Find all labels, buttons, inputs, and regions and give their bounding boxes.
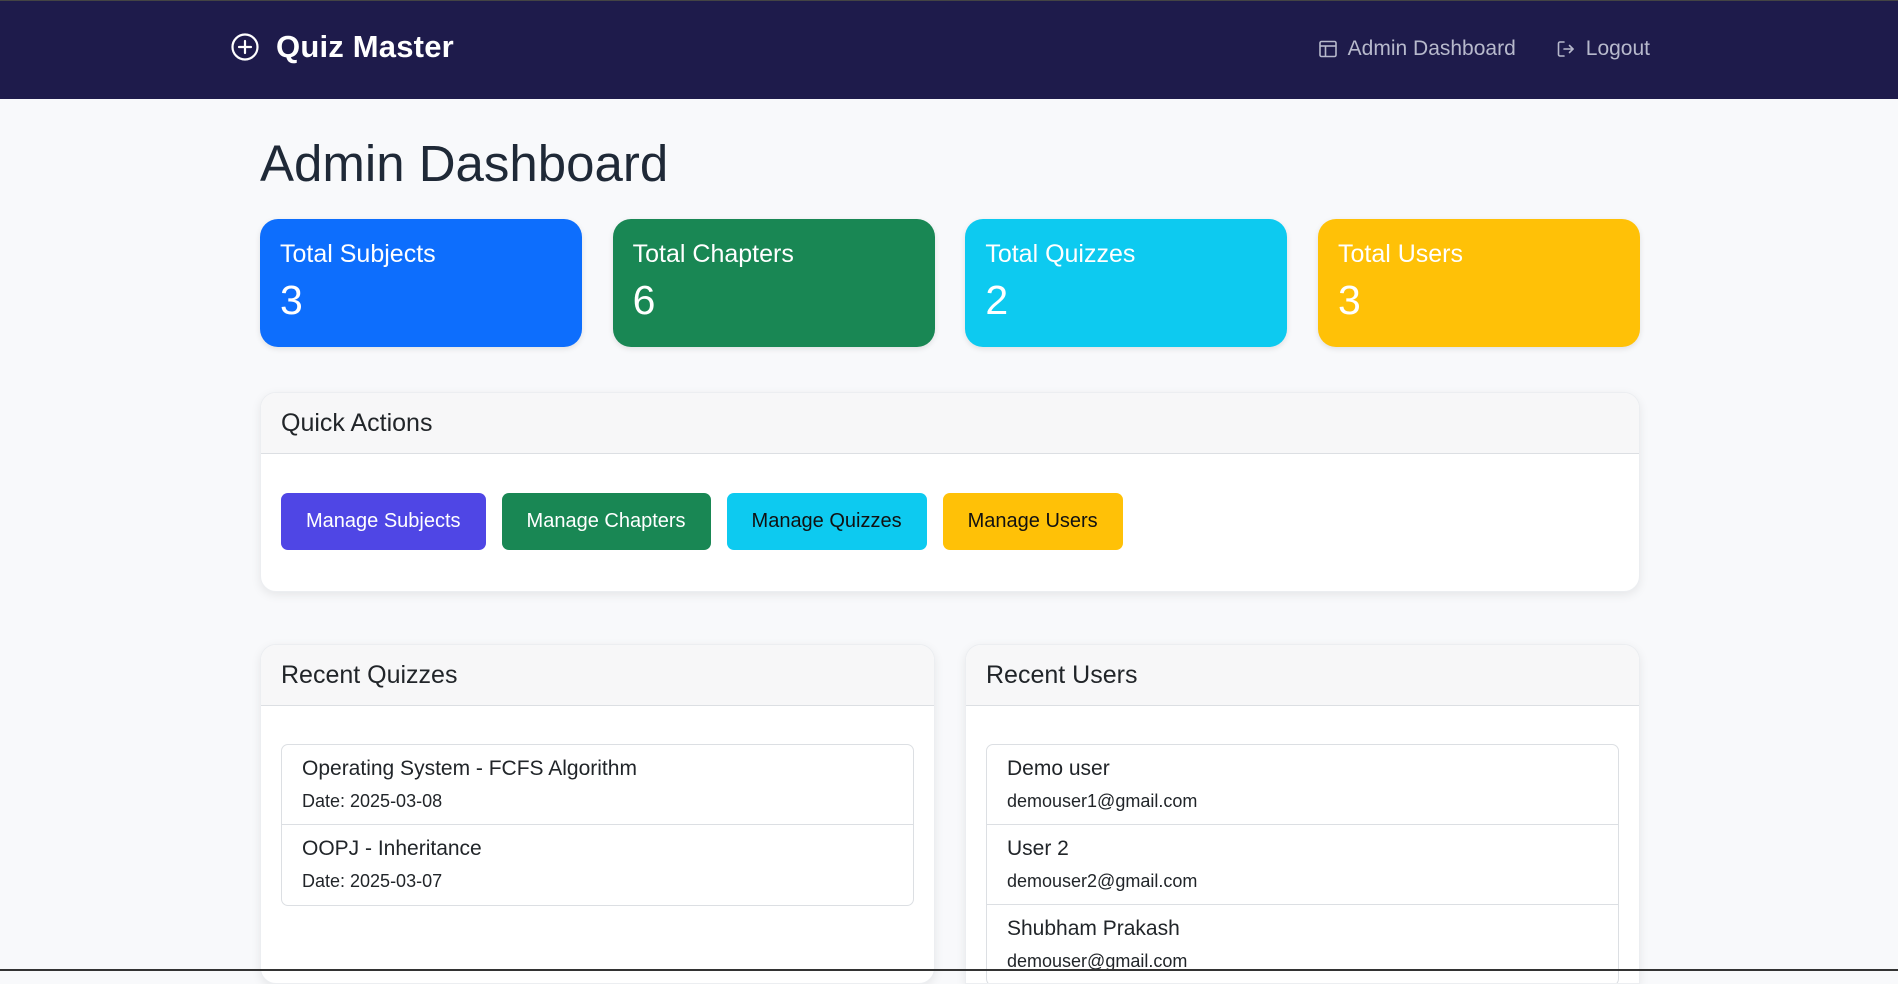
stat-value: 2 xyxy=(985,277,1009,323)
card-header: Quick Actions xyxy=(261,393,1639,454)
top-navbar: Quiz Master Admin Dashboard Logout xyxy=(0,0,1898,99)
nav-link-label: Admin Dashboard xyxy=(1347,37,1516,60)
list-item[interactable]: OOPJ - Inheritance Date: 2025-03-07 xyxy=(282,825,913,905)
card-header: Recent Quizzes xyxy=(261,645,934,706)
user-email: demouser2@gmail.com xyxy=(1007,871,1198,891)
stat-value: 6 xyxy=(632,277,656,323)
stat-label: Total Subjects xyxy=(280,240,436,268)
stat-value: 3 xyxy=(1337,277,1361,323)
stat-label: Total Users xyxy=(1337,240,1464,268)
nav-link-admin-dashboard[interactable]: Admin Dashboard xyxy=(1318,37,1516,61)
list-item[interactable]: User 2 demouser2@gmail.com xyxy=(987,825,1618,905)
quiz-title: Operating System - FCFS Algorithm xyxy=(302,757,637,780)
quick-actions-body: Manage Subjects Manage Chapters Manage Q… xyxy=(261,454,1639,591)
stat-card-chapters: Total Chapters 6 xyxy=(612,219,935,347)
main-content: Admin Dashboard Total Subjects 3 Total C… xyxy=(260,99,1640,984)
recent-users-list: Demo user demouser1@gmail.com User 2 dem… xyxy=(986,744,1619,983)
list-item[interactable]: Demo user demouser1@gmail.com xyxy=(987,745,1618,825)
page-title: Admin Dashboard xyxy=(260,135,669,192)
recent-users-card: Recent Users Demo user demouser1@gmail.c… xyxy=(965,644,1640,984)
nav-link-label: Logout xyxy=(1585,37,1650,60)
quiz-date: Date: 2025-03-08 xyxy=(302,791,443,811)
list-item[interactable]: Shubham Prakash demouser@gmail.com xyxy=(987,905,1618,983)
user-email: demouser@gmail.com xyxy=(1007,951,1188,971)
nav-link-logout[interactable]: Logout xyxy=(1556,37,1650,61)
user-name: Demo user xyxy=(1007,757,1110,780)
stat-value: 3 xyxy=(280,277,303,323)
manage-users-button[interactable]: Manage Users xyxy=(942,493,1123,550)
stat-label: Total Quizzes xyxy=(985,240,1136,268)
card-header: Recent Users xyxy=(966,645,1639,706)
user-name: Shubham Prakash xyxy=(1007,917,1180,940)
layout-icon xyxy=(1318,40,1337,58)
quiz-title: OOPJ - Inheritance xyxy=(302,837,482,860)
recent-lists-row: Recent Quizzes Operating System - FCFS A… xyxy=(260,644,1640,984)
logout-icon xyxy=(1557,41,1574,57)
recent-users-body: Demo user demouser1@gmail.com User 2 dem… xyxy=(966,706,1639,983)
plus-circle-icon xyxy=(230,32,260,62)
stat-card-quizzes: Total Quizzes 2 xyxy=(965,219,1288,347)
quiz-date: Date: 2025-03-07 xyxy=(302,871,443,891)
recent-quizzes-card: Recent Quizzes Operating System - FCFS A… xyxy=(260,644,935,984)
recent-quizzes-body: Operating System - FCFS Algorithm Date: … xyxy=(261,706,934,926)
manage-subjects-button[interactable]: Manage Subjects xyxy=(281,493,486,550)
stats-row: Total Subjects 3 Total Chapters 6 Total … xyxy=(260,219,1640,347)
manage-chapters-button[interactable]: Manage Chapters xyxy=(501,493,711,550)
list-item[interactable]: Operating System - FCFS Algorithm Date: … xyxy=(282,745,913,825)
stat-card-subjects: Total Subjects 3 xyxy=(260,219,582,347)
nav-links: Admin Dashboard Logout xyxy=(1278,37,1650,61)
manage-quizzes-button[interactable]: Manage Quizzes xyxy=(726,493,927,550)
stat-label: Total Chapters xyxy=(632,240,794,268)
stat-card-users: Total Users 3 xyxy=(1317,219,1640,347)
user-email: demouser1@gmail.com xyxy=(1007,791,1198,811)
brand[interactable]: Quiz Master xyxy=(230,29,454,65)
quick-actions-card: Quick Actions Manage Subjects Manage Cha… xyxy=(260,392,1640,592)
user-name: User 2 xyxy=(1007,837,1069,860)
recent-quizzes-list: Operating System - FCFS Algorithm Date: … xyxy=(281,744,914,906)
brand-name: Quiz Master xyxy=(276,29,454,64)
